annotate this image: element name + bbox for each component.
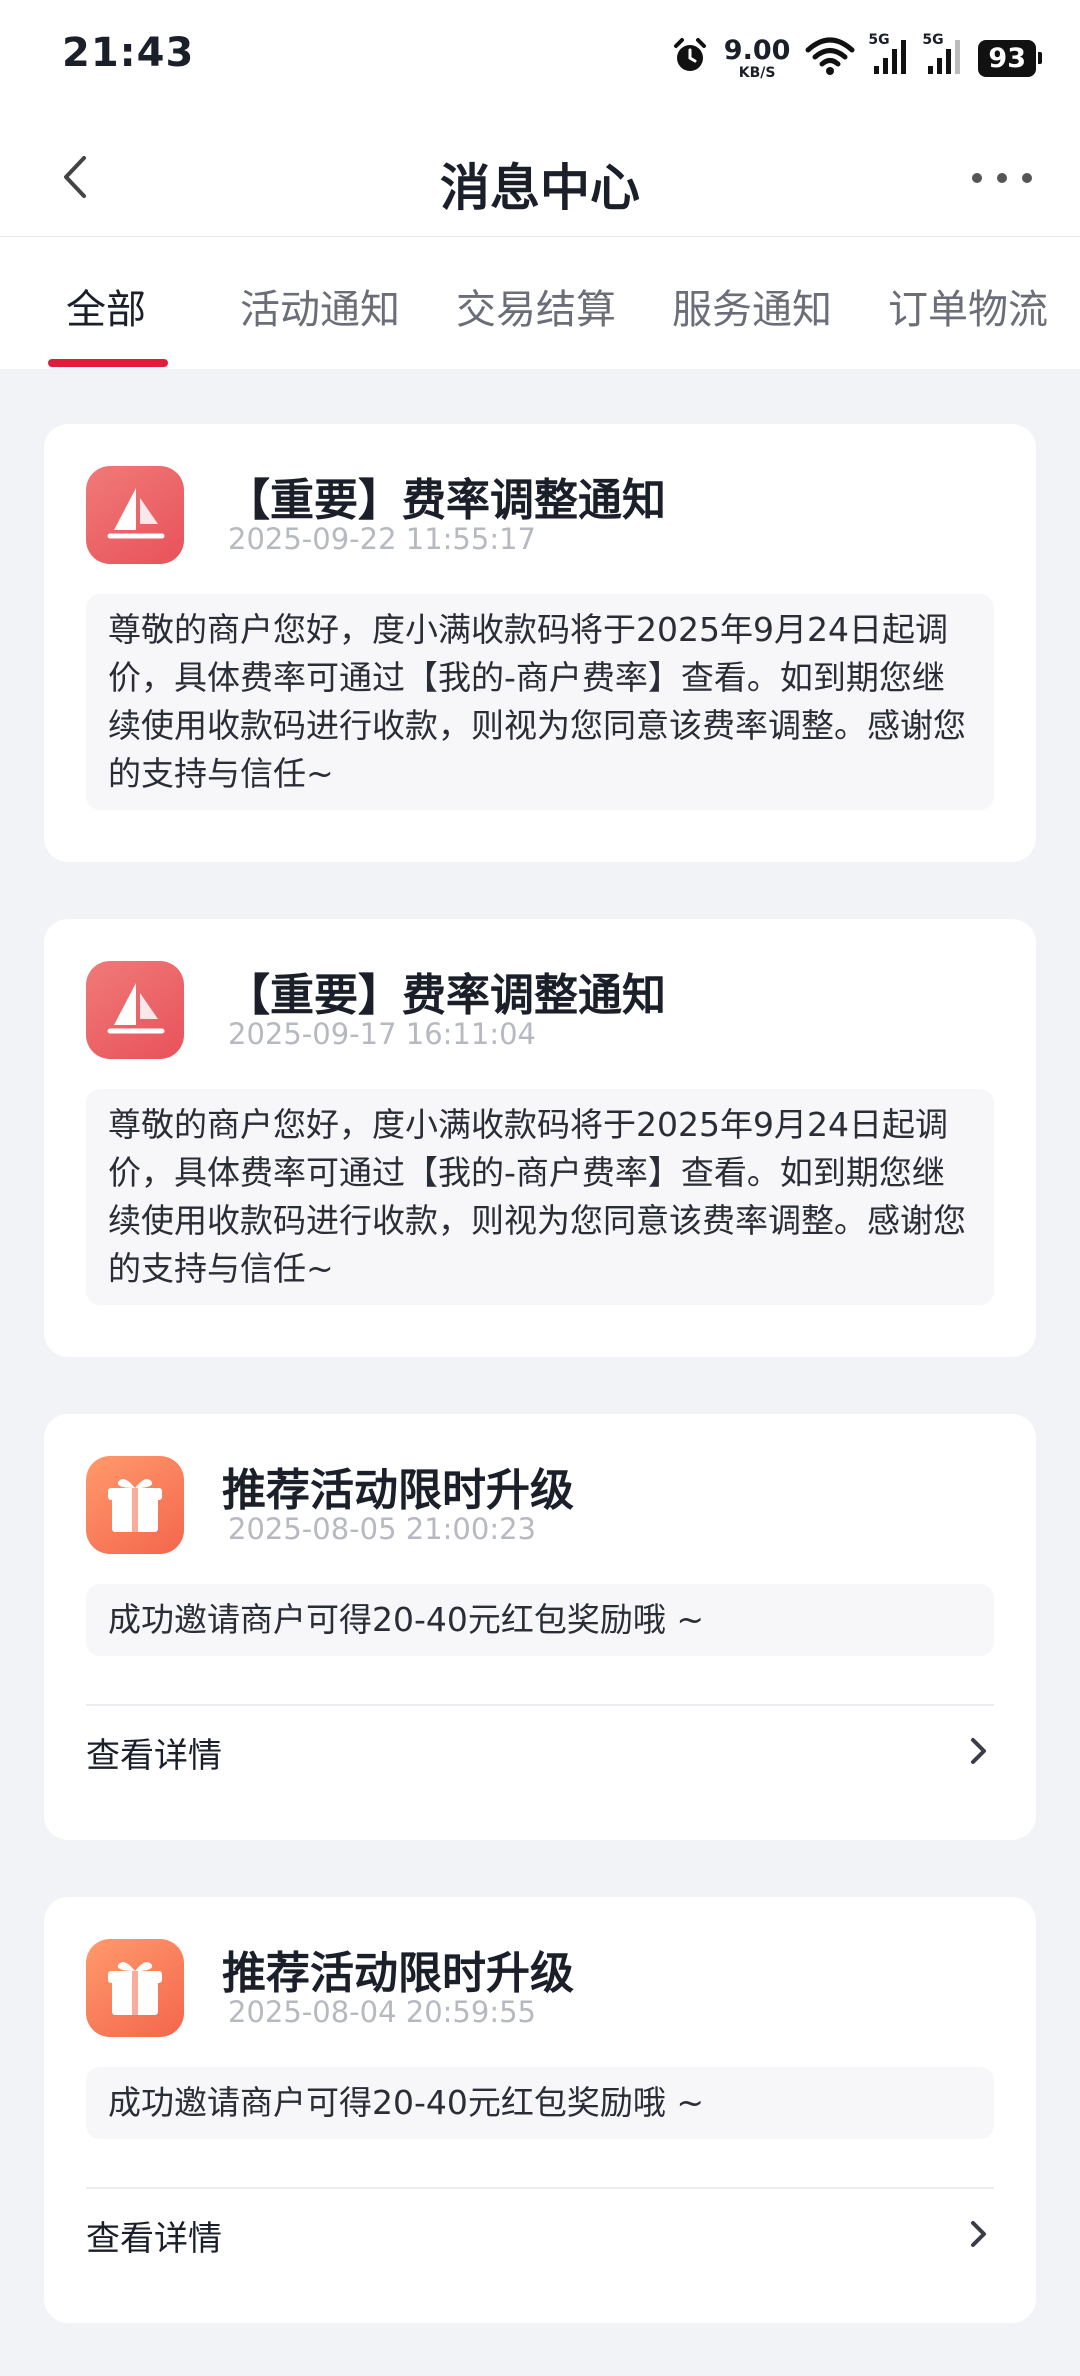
wifi-icon: [804, 36, 856, 80]
message-time: 2025-09-22 11:55:17: [228, 522, 536, 556]
gift-icon: [86, 1939, 184, 2037]
tab-activity-notice[interactable]: 活动通知: [240, 277, 400, 335]
tab-all[interactable]: 全部: [66, 277, 146, 335]
message-body: 尊敬的商户您好，度小满收款码将于2025年9月24日起调价，具体费率可通过【我的…: [86, 1089, 994, 1305]
message-title: 推荐活动限时升级: [222, 1948, 574, 1999]
message-title: 推荐活动限时升级: [222, 1465, 574, 1516]
active-tab-indicator: [48, 359, 168, 367]
message-card: 推荐活动限时升级 2025-08-05 21:00:23 成功邀请商户可得20-…: [44, 1414, 1036, 1840]
tab-order-logistics[interactable]: 订单物流: [888, 277, 1048, 335]
battery-indicator: 93: [978, 39, 1042, 77]
message-card[interactable]: 【重要】费率调整通知 2025-09-17 16:11:04 尊敬的商户您好，度…: [44, 919, 1036, 1357]
alarm-icon: [670, 36, 710, 80]
status-bar: 21:43 9.00 KB/S 5G 5G 93: [0, 0, 1080, 118]
notice-boat-icon: [86, 466, 184, 564]
tab-bar: 全部 活动通知 交易结算 服务通知 订单物流: [0, 236, 1080, 369]
tab-transaction-settlement[interactable]: 交易结算: [456, 277, 616, 335]
chevron-right-icon: [971, 2221, 986, 2247]
more-dot-icon: [1022, 173, 1032, 183]
view-details-label: 查看详情: [86, 1736, 222, 1776]
message-time: 2025-08-05 21:00:23: [228, 1512, 536, 1546]
message-card[interactable]: 【重要】费率调整通知 2025-09-22 11:55:17 尊敬的商户您好，度…: [44, 424, 1036, 862]
notice-boat-icon: [86, 961, 184, 1059]
message-title: 【重要】费率调整通知: [226, 475, 666, 526]
view-details-link[interactable]: 查看详情: [86, 1706, 994, 1796]
network-speed-value: 9.00: [723, 34, 791, 66]
status-time: 21:43: [62, 30, 195, 76]
nav-bar: 消息中心: [0, 118, 1080, 236]
view-details-label: 查看详情: [86, 2219, 222, 2259]
signal-5g-icon-2: 5G: [922, 32, 964, 80]
page-title: 消息中心: [440, 159, 640, 217]
view-details-link[interactable]: 查看详情: [86, 2189, 994, 2279]
more-dot-icon: [972, 173, 982, 183]
more-options-button[interactable]: [972, 158, 1032, 198]
signal-5g-icon-1: 5G: [868, 32, 910, 80]
signal-5g-label-2: 5G: [922, 32, 944, 48]
network-speed: 9.00 KB/S: [724, 37, 791, 80]
gift-icon: [86, 1456, 184, 1554]
message-body: 成功邀请商户可得20-40元红包奖励哦 ~: [86, 1584, 994, 1656]
signal-5g-label-1: 5G: [868, 32, 890, 48]
message-title: 【重要】费率调整通知: [226, 970, 666, 1021]
network-speed-unit: KB/S: [738, 64, 776, 81]
message-time: 2025-09-17 16:11:04: [228, 1017, 536, 1051]
more-dot-icon: [997, 173, 1007, 183]
message-body: 尊敬的商户您好，度小满收款码将于2025年9月24日起调价，具体费率可通过【我的…: [86, 594, 994, 810]
message-card: 推荐活动限时升级 2025-08-04 20:59:55 成功邀请商户可得20-…: [44, 1897, 1036, 2323]
message-body: 成功邀请商户可得20-40元红包奖励哦 ~: [86, 2067, 994, 2139]
tab-service-notice[interactable]: 服务通知: [672, 277, 832, 335]
status-icons: 9.00 KB/S 5G 5G 93: [670, 32, 1042, 82]
message-time: 2025-08-04 20:59:55: [228, 1995, 536, 2029]
chevron-right-icon: [971, 1738, 986, 1764]
